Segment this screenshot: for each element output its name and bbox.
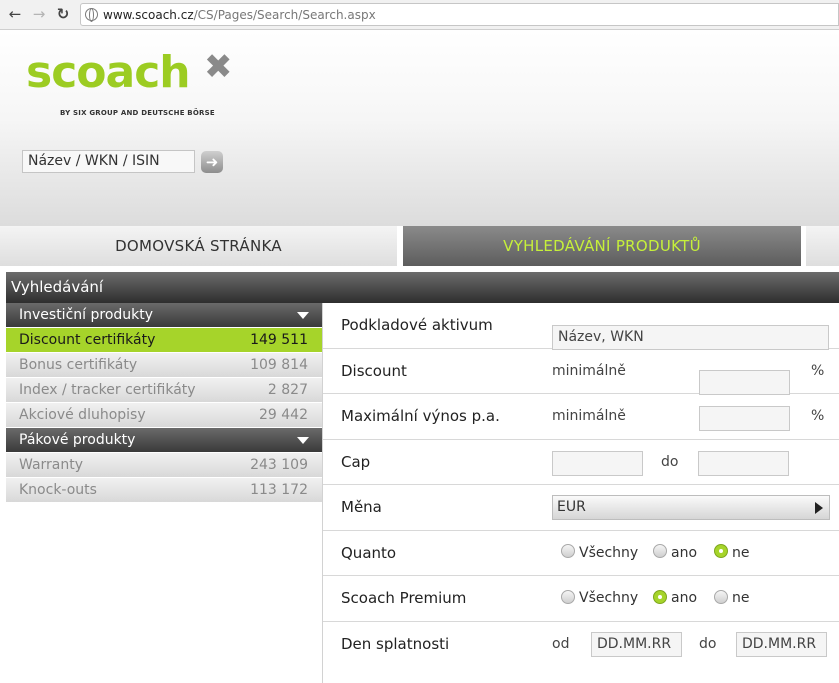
discount-label: Discount — [341, 361, 407, 380]
max-yield-unit: % — [811, 408, 825, 424]
globe-icon — [85, 8, 98, 22]
discount-unit: % — [811, 362, 825, 379]
caret-down-icon — [297, 312, 309, 319]
sidebar-item-count: 29 442 — [259, 407, 308, 423]
caret-right-icon — [815, 502, 823, 514]
sidebar-item-knock-outs[interactable]: Knock-outs 113 172 — [6, 478, 322, 502]
address-text: www.scoach.cz/CS/Pages/Search/Search.asp… — [103, 8, 376, 22]
form-row-discount: Discount minimálně % — [323, 349, 839, 395]
maturity-to-label: do — [699, 635, 717, 652]
quanto-radio-yes[interactable]: ano — [653, 531, 697, 576]
main-nav: DOMOVSKÁ STRÁNKA VYHLEDÁVÁNÍ PRODUKTŮ — [0, 226, 839, 266]
form-row-quanto: Quanto Všechny ano ne — [323, 531, 839, 576]
quick-search-input[interactable]: Název / WKN / ISIN — [22, 150, 195, 173]
max-yield-min-label: minimálně — [552, 408, 626, 424]
logo-x-icon: ✖ — [204, 47, 233, 87]
max-yield-min-input[interactable] — [699, 406, 790, 431]
form-row-max-yield: Maximální výnos p.a. minimálně % — [323, 394, 839, 440]
caret-down-icon — [297, 437, 309, 444]
form-row-cap: Cap do — [323, 440, 839, 485]
sidebar-item-count: 243 109 — [250, 457, 308, 473]
sidebar-item-label: Warranty — [19, 457, 84, 473]
underlying-input[interactable]: Název, WKN — [552, 325, 829, 350]
logo-tagline: BY SIX GROUP AND DEUTSCHE BÖRSE — [60, 109, 215, 117]
nav-filler — [806, 226, 839, 266]
maturity-from-label: od — [552, 635, 570, 652]
form-row-premium: Scoach Premium Všechny ano ne — [323, 576, 839, 622]
quanto-radio-all[interactable]: Všechny — [561, 531, 638, 576]
forward-arrow-icon[interactable]: → — [30, 5, 48, 23]
cap-from-input[interactable] — [552, 450, 643, 476]
category-leverage-products[interactable]: Pákové produkty — [6, 428, 322, 452]
premium-radio-yes[interactable]: ano — [653, 576, 697, 621]
sidebar-item-bonus-certificates[interactable]: Bonus certifikáty 109 814 — [6, 353, 322, 377]
form-row-currency: Měna EUR — [323, 485, 839, 531]
tab-product-search[interactable]: VYHLEDÁVÁNÍ PRODUKTŮ — [403, 226, 801, 266]
sidebar-item-count: 149 511 — [250, 332, 308, 348]
radio-icon — [653, 544, 667, 558]
product-category-sidebar: Investiční produkty Discount certifikáty… — [6, 303, 323, 683]
maturity-to-input[interactable]: DD.MM.RR — [736, 631, 827, 657]
address-bar[interactable]: www.scoach.cz/CS/Pages/Search/Search.asp… — [80, 3, 839, 26]
tab-home[interactable]: DOMOVSKÁ STRÁNKA — [0, 226, 397, 266]
logo-wordmark: scoach — [26, 47, 191, 98]
sidebar-item-discount-certificates[interactable]: Discount certifikáty 149 511 — [6, 328, 322, 352]
sidebar-item-count: 113 172 — [250, 482, 308, 498]
browser-toolbar: ← → ↻ www.scoach.cz/CS/Pages/Search/Sear… — [0, 0, 839, 30]
form-row-underlying: Podkladové aktivum Název, WKN — [323, 303, 839, 350]
sidebar-item-label: Knock-outs — [19, 482, 97, 498]
discount-min-input[interactable] — [699, 369, 790, 395]
discount-min-label: minimálně — [552, 362, 626, 379]
category-label: Investiční produkty — [19, 307, 154, 323]
sidebar-item-index-tracker[interactable]: Index / tracker certifikáty 2 827 — [6, 378, 322, 402]
quanto-radio-no[interactable]: ne — [714, 531, 750, 576]
maturity-label: Den splatnosti — [341, 634, 450, 653]
panel-title: Vyhledávání — [6, 272, 839, 303]
sidebar-item-count: 109 814 — [250, 357, 308, 373]
site-header: scoach ✖ BY SIX GROUP AND DEUTSCHE BÖRSE… — [0, 31, 839, 226]
maturity-from-input[interactable]: DD.MM.RR — [591, 631, 682, 657]
quanto-label: Quanto — [341, 543, 397, 562]
cap-to-input[interactable] — [698, 450, 789, 476]
radio-selected-icon — [714, 544, 728, 558]
scoach-logo[interactable]: scoach ✖ BY SIX GROUP AND DEUTSCHE BÖRSE — [26, 47, 233, 117]
sidebar-item-warrants[interactable]: Warranty 243 109 — [6, 453, 322, 477]
sidebar-item-label: Discount certifikáty — [19, 332, 156, 348]
sidebar-item-count: 2 827 — [267, 382, 308, 398]
cap-label: Cap — [341, 452, 371, 471]
sidebar-item-label: Index / tracker certifikáty — [19, 382, 196, 398]
sidebar-item-label: Akciové dluhopisy — [19, 407, 146, 423]
premium-label: Scoach Premium — [341, 589, 467, 607]
premium-radio-all[interactable]: Všechny — [561, 576, 638, 621]
radio-selected-icon — [653, 589, 667, 604]
category-investment-products[interactable]: Investiční produkty — [6, 303, 322, 327]
reload-icon[interactable]: ↻ — [54, 5, 72, 23]
radio-icon — [561, 589, 575, 604]
max-yield-label: Maximální výnos p.a. — [341, 407, 500, 425]
form-row-maturity: Den splatnosti od DD.MM.RR do DD.MM.RR — [323, 622, 839, 668]
radio-icon — [714, 589, 728, 604]
back-arrow-icon[interactable]: ← — [6, 5, 24, 23]
category-label: Pákové produkty — [19, 432, 136, 448]
underlying-label: Podkladové aktivum — [341, 316, 493, 334]
cap-to-label: do — [661, 453, 679, 470]
premium-radio-no[interactable]: ne — [714, 576, 750, 621]
sidebar-item-equity-bonds[interactable]: Akciové dluhopisy 29 442 — [6, 403, 322, 427]
radio-icon — [561, 544, 575, 558]
currency-select[interactable]: EUR — [552, 495, 830, 520]
currency-label: Měna — [341, 498, 382, 516]
search-form: Podkladové aktivum Název, WKN Discount m… — [323, 303, 839, 683]
currency-value: EUR — [557, 499, 586, 515]
sidebar-item-label: Bonus certifikáty — [19, 357, 138, 373]
arrow-right-icon[interactable]: ➜ — [201, 151, 223, 173]
